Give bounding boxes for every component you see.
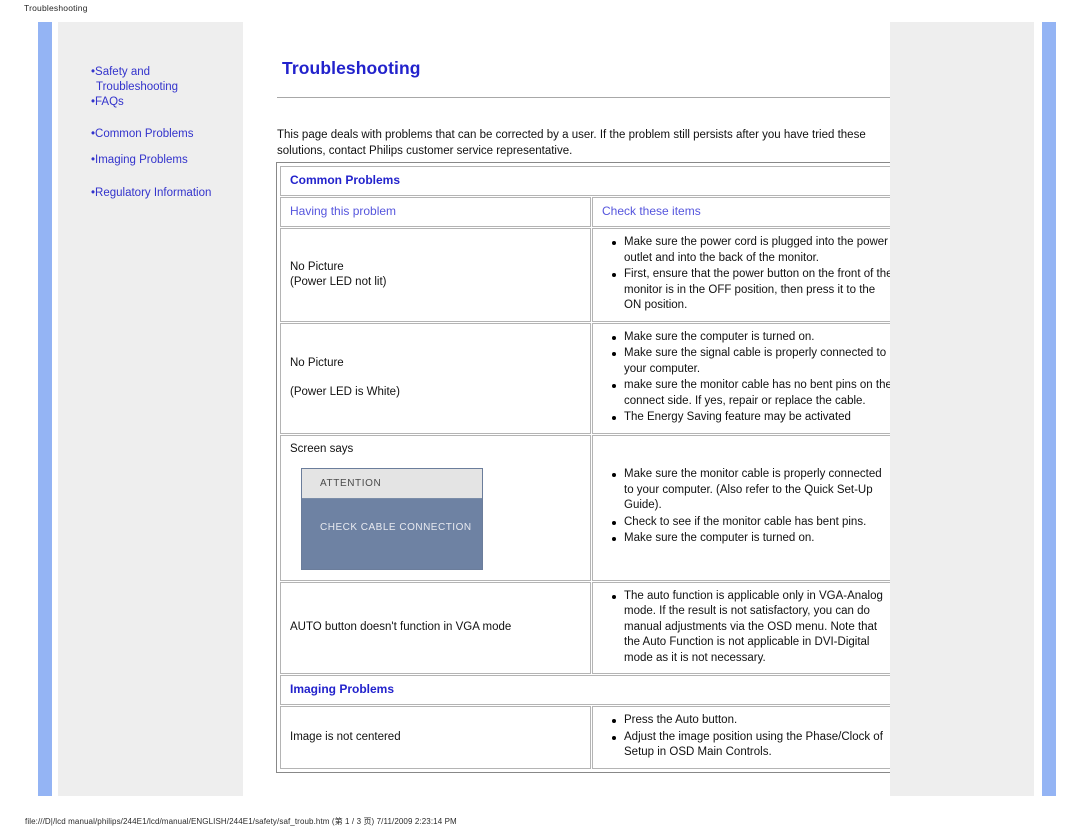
table-body: Common Problems Having this problem Chec… bbox=[280, 166, 903, 769]
attention-message: CHECK CABLE CONNECTION bbox=[302, 498, 482, 569]
attention-title: ATTENTION bbox=[302, 468, 482, 499]
sidebar-group-3: •Regulatory Information bbox=[91, 186, 241, 201]
problem-cell: Screen says ATTENTION CHECK CABLE CONNEC… bbox=[280, 434, 591, 581]
check-item: Make sure the power cord is plugged into… bbox=[612, 235, 893, 266]
checks-cell: Make sure the computer is turned on. Mak… bbox=[592, 322, 903, 434]
problem-line: (Power LED not lit) bbox=[290, 275, 387, 288]
problem-line: AUTO button doesn't function in VGA mode bbox=[290, 621, 512, 634]
right-filler-panel bbox=[890, 22, 1034, 796]
right-gap bbox=[1034, 22, 1042, 796]
problem-cell: AUTO button doesn't function in VGA mode bbox=[280, 581, 591, 674]
problem-cell: No Picture (Power LED not lit) bbox=[280, 228, 591, 322]
sidebar-item-regulatory-information[interactable]: •Regulatory Information bbox=[91, 186, 241, 201]
check-item: Make sure the monitor cable is properly … bbox=[612, 467, 893, 514]
left-blue-rail bbox=[38, 22, 52, 796]
section-heading-imaging-problems: Imaging Problems bbox=[290, 682, 395, 696]
page-root: Troubleshooting •Safety and Troubleshoot… bbox=[0, 0, 1080, 834]
title-divider bbox=[277, 97, 906, 98]
section-header-cell: Common Problems bbox=[280, 166, 903, 196]
table-row: No Picture (Power LED is White) Make sur… bbox=[280, 322, 903, 434]
check-item: make sure the monitor cable has no bent … bbox=[612, 378, 893, 409]
sidebar-group-1: •Safety and Troubleshooting •FAQs bbox=[91, 65, 241, 110]
page-title: Troubleshooting bbox=[282, 57, 421, 78]
table-row: AUTO button doesn't function in VGA mode… bbox=[280, 581, 903, 674]
column-header-problem: Having this problem bbox=[280, 197, 591, 227]
checks-list: Make sure the power cord is plugged into… bbox=[602, 235, 893, 314]
print-header-title: Troubleshooting bbox=[24, 3, 88, 13]
check-item: Make sure the computer is turned on. bbox=[612, 531, 893, 547]
problem-cell: No Picture (Power LED is White) bbox=[280, 322, 591, 434]
document-frame: •Safety and Troubleshooting •FAQs •Commo… bbox=[38, 22, 1056, 796]
section-heading-common-problems: Common Problems bbox=[290, 173, 401, 187]
column-header-label: Having this problem bbox=[290, 204, 397, 218]
table-row: No Picture (Power LED not lit) Make sure… bbox=[280, 228, 903, 322]
section-header-cell: Imaging Problems bbox=[280, 675, 903, 705]
sidebar-item-faqs[interactable]: •FAQs bbox=[91, 95, 241, 110]
intro-paragraph: This page deals with problems that can b… bbox=[277, 128, 866, 158]
checks-cell: Make sure the power cord is plugged into… bbox=[592, 228, 903, 322]
sidebar-group-2: •Common Problems •Imaging Problems bbox=[91, 127, 241, 168]
check-item: The auto function is applicable only in … bbox=[612, 589, 893, 667]
problem-line: No Picture bbox=[290, 357, 344, 369]
table-row: Image is not centered Press the Auto but… bbox=[280, 706, 903, 769]
problem-line: (Power LED is White) bbox=[290, 386, 400, 398]
sidebar-item-safety-and-troubleshooting[interactable]: •Safety and bbox=[91, 65, 241, 80]
checks-cell: Make sure the monitor cable is properly … bbox=[592, 434, 903, 581]
problem-cell: Image is not centered bbox=[280, 706, 591, 769]
table-row-column-headers: Having this problem Check these items bbox=[280, 197, 903, 227]
problem-line: Screen says bbox=[290, 442, 354, 455]
checks-list: Make sure the monitor cable is properly … bbox=[602, 467, 893, 547]
sidebar-item-sublabel[interactable]: Troubleshooting bbox=[91, 80, 241, 95]
sidebar-item-label: FAQs bbox=[95, 96, 124, 108]
check-item: Make sure the signal cable is properly c… bbox=[612, 346, 893, 377]
right-blue-rail bbox=[1042, 22, 1056, 796]
print-footer-path: file:///D|/lcd manual/philips/244E1/lcd/… bbox=[25, 817, 457, 826]
sidebar-item-label: Imaging Problems bbox=[95, 154, 188, 166]
check-item: First, ensure that the power button on t… bbox=[612, 267, 893, 314]
sidebar-item-common-problems[interactable]: •Common Problems bbox=[91, 127, 241, 142]
column-header-label: Check these items bbox=[602, 204, 701, 218]
sidebar: •Safety and Troubleshooting •FAQs •Commo… bbox=[58, 22, 243, 796]
check-item: Make sure the computer is turned on. bbox=[612, 330, 893, 346]
sidebar-item-label: Safety and bbox=[95, 66, 151, 78]
troubleshooting-table-wrapper: Common Problems Having this problem Chec… bbox=[276, 162, 907, 773]
sidebar-item-imaging-problems[interactable]: •Imaging Problems bbox=[91, 153, 241, 168]
sidebar-nav: •Safety and Troubleshooting •FAQs •Commo… bbox=[91, 65, 241, 201]
table-row: Screen says ATTENTION CHECK CABLE CONNEC… bbox=[280, 434, 903, 581]
checks-list: The auto function is applicable only in … bbox=[602, 589, 893, 667]
table-row-section-header: Imaging Problems bbox=[280, 675, 903, 705]
problem-line: No Picture bbox=[290, 260, 344, 273]
checks-list: Make sure the computer is turned on. Mak… bbox=[602, 330, 893, 426]
column-header-checks: Check these items bbox=[592, 197, 903, 227]
sidebar-item-label: Common Problems bbox=[95, 128, 194, 140]
problem-line: Image is not centered bbox=[290, 730, 401, 743]
sidebar-item-label: Regulatory Information bbox=[95, 187, 212, 199]
checks-list: Press the Auto button. Adjust the image … bbox=[602, 713, 893, 761]
troubleshooting-table: Common Problems Having this problem Chec… bbox=[279, 165, 904, 770]
check-item: Adjust the image position using the Phas… bbox=[612, 730, 893, 761]
checks-cell: The auto function is applicable only in … bbox=[592, 581, 903, 674]
check-item: Press the Auto button. bbox=[612, 713, 893, 729]
check-item: The Energy Saving feature may be activat… bbox=[612, 410, 893, 426]
attention-dialog-image: ATTENTION CHECK CABLE CONNECTION bbox=[301, 467, 483, 570]
main-content: Troubleshooting This page deals with pro… bbox=[243, 22, 907, 796]
table-row-section-header: Common Problems bbox=[280, 166, 903, 196]
check-item: Check to see if the monitor cable has be… bbox=[612, 515, 893, 531]
checks-cell: Press the Auto button. Adjust the image … bbox=[592, 706, 903, 769]
